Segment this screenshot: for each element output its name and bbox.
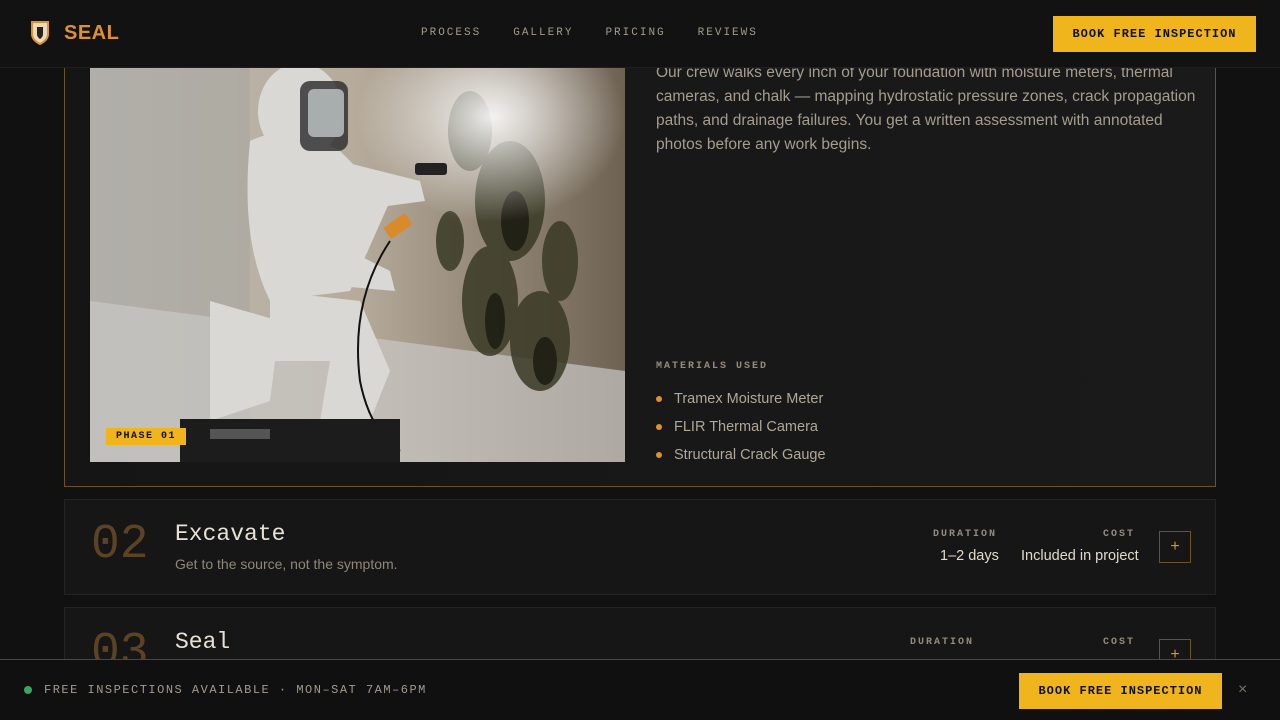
materials-list: Tramex Moisture Meter FLIR Thermal Camer… — [656, 385, 826, 469]
expand-plus-icon[interactable]: + — [1159, 531, 1191, 563]
phase-number: 02 — [91, 518, 149, 572]
nav-gallery[interactable]: GALLERY — [513, 27, 573, 39]
duration-label: DURATION — [910, 637, 975, 648]
list-item: Tramex Moisture Meter — [656, 385, 826, 413]
status-dot-icon — [24, 686, 32, 694]
availability-status: FREE INSPECTIONS AVAILABLE · MON–SAT 7AM… — [44, 683, 427, 697]
shield-logo-icon — [31, 21, 49, 46]
inspection-photo: PHASE 01 — [90, 41, 625, 462]
inspection-photo-illustration — [90, 41, 625, 462]
close-icon[interactable]: × — [1238, 681, 1247, 699]
nav-pricing[interactable]: PRICING — [605, 27, 665, 39]
materials-title: MATERIALS USED — [656, 361, 769, 372]
brand-name: SEAL — [64, 21, 120, 44]
phase-badge: PHASE 01 — [106, 428, 187, 445]
phase-02-card[interactable]: 02 Excavate Get to the source, not the s… — [64, 499, 1216, 595]
duration-value: 1–2 days — [940, 548, 999, 564]
list-item: FLIR Thermal Camera — [656, 413, 826, 441]
list-item: Structural Crack Gauge — [656, 441, 826, 469]
phase-title: Excavate — [175, 521, 286, 547]
bullet-dot-icon — [656, 424, 662, 430]
bullet-dot-icon — [656, 452, 662, 458]
book-inspection-button[interactable]: BOOK FREE INSPECTION — [1053, 16, 1256, 52]
nav-reviews[interactable]: REVIEWS — [698, 27, 758, 39]
phase-description: Our crew walks every inch of your founda… — [656, 64, 1196, 153]
phase-title: Seal — [175, 629, 231, 655]
cost-value: Included in project — [1021, 548, 1139, 564]
site-header: SEAL PROCESS GALLERY PRICING REVIEWS BOO… — [0, 0, 1280, 68]
book-inspection-button-bottom[interactable]: BOOK FREE INSPECTION — [1019, 673, 1222, 709]
duration-label: DURATION — [933, 529, 998, 540]
logo[interactable]: SEAL — [30, 20, 119, 46]
sticky-cta-bar: FREE INSPECTIONS AVAILABLE · MON–SAT 7AM… — [0, 659, 1280, 720]
nav-process[interactable]: PROCESS — [421, 27, 481, 39]
cost-label: COST — [1103, 529, 1136, 540]
phase-subtitle: Get to the source, not the symptom. — [175, 556, 398, 572]
phase-01-card: PHASE 01 Our crew walks every inch of yo… — [64, 40, 1216, 487]
bullet-dot-icon — [656, 396, 662, 402]
cost-label: COST — [1103, 637, 1136, 648]
main-nav: PROCESS GALLERY PRICING REVIEWS — [421, 27, 790, 39]
